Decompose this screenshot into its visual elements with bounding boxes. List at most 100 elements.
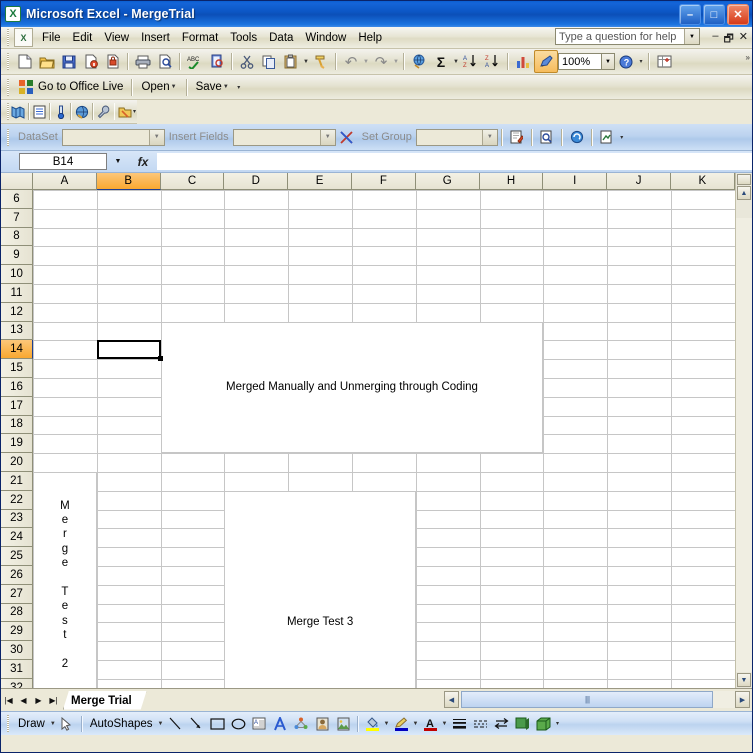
menu-file[interactable]: File xyxy=(36,30,67,46)
row-header-18[interactable]: 18 xyxy=(1,415,33,435)
column-header-b[interactable]: B xyxy=(96,173,161,190)
folder-tools-icon[interactable] xyxy=(118,101,132,122)
map-fields-icon[interactable] xyxy=(336,127,358,148)
column-header-j[interactable]: J xyxy=(607,173,671,190)
3d-style-icon[interactable] xyxy=(533,714,554,734)
open-icon[interactable] xyxy=(36,51,58,72)
research-icon[interactable] xyxy=(206,51,228,72)
autoshapes-menu-button[interactable]: AutoShapes xyxy=(86,718,157,730)
insert-function-icon[interactable]: fx xyxy=(129,155,157,169)
arrow-icon[interactable] xyxy=(186,714,207,734)
chevron-down-icon[interactable]: ▼ xyxy=(481,129,497,145)
row-header-16[interactable]: 16 xyxy=(1,377,33,397)
diagram-icon[interactable] xyxy=(291,714,312,734)
vertical-scrollbar[interactable]: ▲ ▼ xyxy=(735,173,752,688)
zoom-input[interactable]: 100% xyxy=(558,53,602,70)
hyperlink-icon[interactable] xyxy=(408,51,430,72)
row-header-29[interactable]: 29 xyxy=(1,622,33,642)
drawing-toolbar-grip[interactable] xyxy=(5,715,12,732)
row-header-14[interactable]: 14 xyxy=(1,340,33,360)
copy-icon[interactable] xyxy=(258,51,280,72)
column-header-k[interactable]: K xyxy=(670,173,735,190)
clip-art-icon[interactable] xyxy=(312,714,333,734)
column-header-i[interactable]: I xyxy=(543,173,608,190)
active-cell-selection[interactable] xyxy=(96,340,161,360)
standard-toolbar-grip[interactable] xyxy=(5,53,12,70)
ask-a-question-box[interactable]: Type a question for help ▼ xyxy=(555,28,700,45)
row-header-24[interactable]: 24 xyxy=(1,528,33,548)
chevron-down-icon[interactable]: ▼ xyxy=(319,129,335,145)
row-header-23[interactable]: 23 xyxy=(1,509,33,529)
rectangle-icon[interactable] xyxy=(207,714,228,734)
column-header-a[interactable]: A xyxy=(33,173,97,190)
column-header-e[interactable]: E xyxy=(288,173,352,190)
paste-dropdown-icon[interactable]: ▼ xyxy=(302,51,310,72)
first-sheet-button[interactable]: |◀ xyxy=(1,692,16,708)
column-header-g[interactable]: G xyxy=(415,173,480,190)
save-dropdown-icon[interactable]: ▼ xyxy=(222,77,230,98)
row-header-28[interactable]: 28 xyxy=(1,603,33,623)
autosum-icon[interactable]: Σ xyxy=(430,51,452,72)
dataset-toolbar-options-icon[interactable]: ▾ xyxy=(618,127,626,148)
picture-icon[interactable] xyxy=(333,714,354,734)
line-icon[interactable] xyxy=(165,714,186,734)
custom-toolbar-grip[interactable] xyxy=(5,103,10,120)
maximize-button[interactable]: □ xyxy=(703,4,725,25)
column-header-f[interactable]: F xyxy=(351,173,416,190)
scroll-down-button[interactable]: ▼ xyxy=(737,673,751,687)
close-button[interactable]: ✕ xyxy=(727,4,749,25)
fill-color-dropdown-icon[interactable]: ▼ xyxy=(383,713,391,734)
new-icon[interactable] xyxy=(14,51,36,72)
zoom-dropdown-icon[interactable]: ▼ xyxy=(602,53,615,70)
doc-minimize-button[interactable]: – xyxy=(712,30,718,49)
toolbar-overflow-icon[interactable]: » xyxy=(746,53,750,62)
print-lock-icon[interactable] xyxy=(102,51,124,72)
undo-icon[interactable]: ↶ xyxy=(340,51,362,72)
prev-sheet-button[interactable]: ◀ xyxy=(16,692,31,708)
font-color-dropdown-icon[interactable]: ▼ xyxy=(441,713,449,734)
chart-wizard-icon[interactable] xyxy=(512,51,534,72)
spelling-icon[interactable]: ABC xyxy=(184,51,206,72)
row-header-27[interactable]: 27 xyxy=(1,584,33,604)
menu-insert[interactable]: Insert xyxy=(135,30,176,46)
line-color-dropdown-icon[interactable]: ▼ xyxy=(412,713,420,734)
line-style-icon[interactable] xyxy=(449,714,470,734)
name-box-dropdown-icon[interactable]: ▼ xyxy=(107,158,129,165)
row-header-30[interactable]: 30 xyxy=(1,641,33,660)
column-header-h[interactable]: H xyxy=(479,173,544,190)
menu-window[interactable]: Window xyxy=(299,30,352,46)
scroll-right-button[interactable]: ▶ xyxy=(735,691,750,708)
edit-report-icon[interactable] xyxy=(506,127,528,148)
excel-document-icon[interactable]: X xyxy=(14,28,33,47)
save-icon[interactable] xyxy=(58,51,80,72)
scroll-up-button[interactable]: ▲ xyxy=(737,186,751,200)
menu-data[interactable]: Data xyxy=(263,30,299,46)
print-preview-icon[interactable] xyxy=(154,51,176,72)
menu-format[interactable]: Format xyxy=(176,30,224,46)
fill-color-icon[interactable] xyxy=(362,714,383,734)
custom-toolbar-options-icon[interactable]: ▾ xyxy=(132,101,137,122)
office-live-grip[interactable] xyxy=(5,78,12,96)
chevron-down-icon[interactable]: ▼ xyxy=(684,29,699,44)
arrow-style-icon[interactable] xyxy=(491,714,512,734)
text-box-icon[interactable]: A xyxy=(249,714,270,734)
set-group-combo[interactable]: ▼ xyxy=(415,128,498,146)
menu-tools[interactable]: Tools xyxy=(224,30,263,46)
draw-dropdown-icon[interactable]: ▼ xyxy=(49,713,57,734)
insert-table-icon[interactable] xyxy=(653,51,675,72)
sort-descending-icon[interactable]: ZA xyxy=(482,51,504,72)
doc-restore-button[interactable]: 🗗 xyxy=(723,30,733,49)
scroll-left-button[interactable]: ◀ xyxy=(444,691,459,708)
refresh-icon[interactable] xyxy=(566,127,588,148)
horizontal-scroll-track[interactable]: |||| xyxy=(459,691,735,708)
doc-close-button[interactable]: ✕ xyxy=(739,30,748,49)
row-header-8[interactable]: 8 xyxy=(1,227,33,247)
split-box[interactable] xyxy=(737,174,751,185)
open-dropdown-icon[interactable]: ▼ xyxy=(170,77,178,98)
list-icon[interactable] xyxy=(33,101,46,122)
row-header-13[interactable]: 13 xyxy=(1,321,33,341)
row-header-32[interactable]: 32 xyxy=(1,678,33,688)
sheet-tab-merge-trial[interactable]: Merge Trial xyxy=(63,691,147,710)
help-icon[interactable]: ? xyxy=(615,51,637,72)
preview-report-icon[interactable] xyxy=(536,127,558,148)
